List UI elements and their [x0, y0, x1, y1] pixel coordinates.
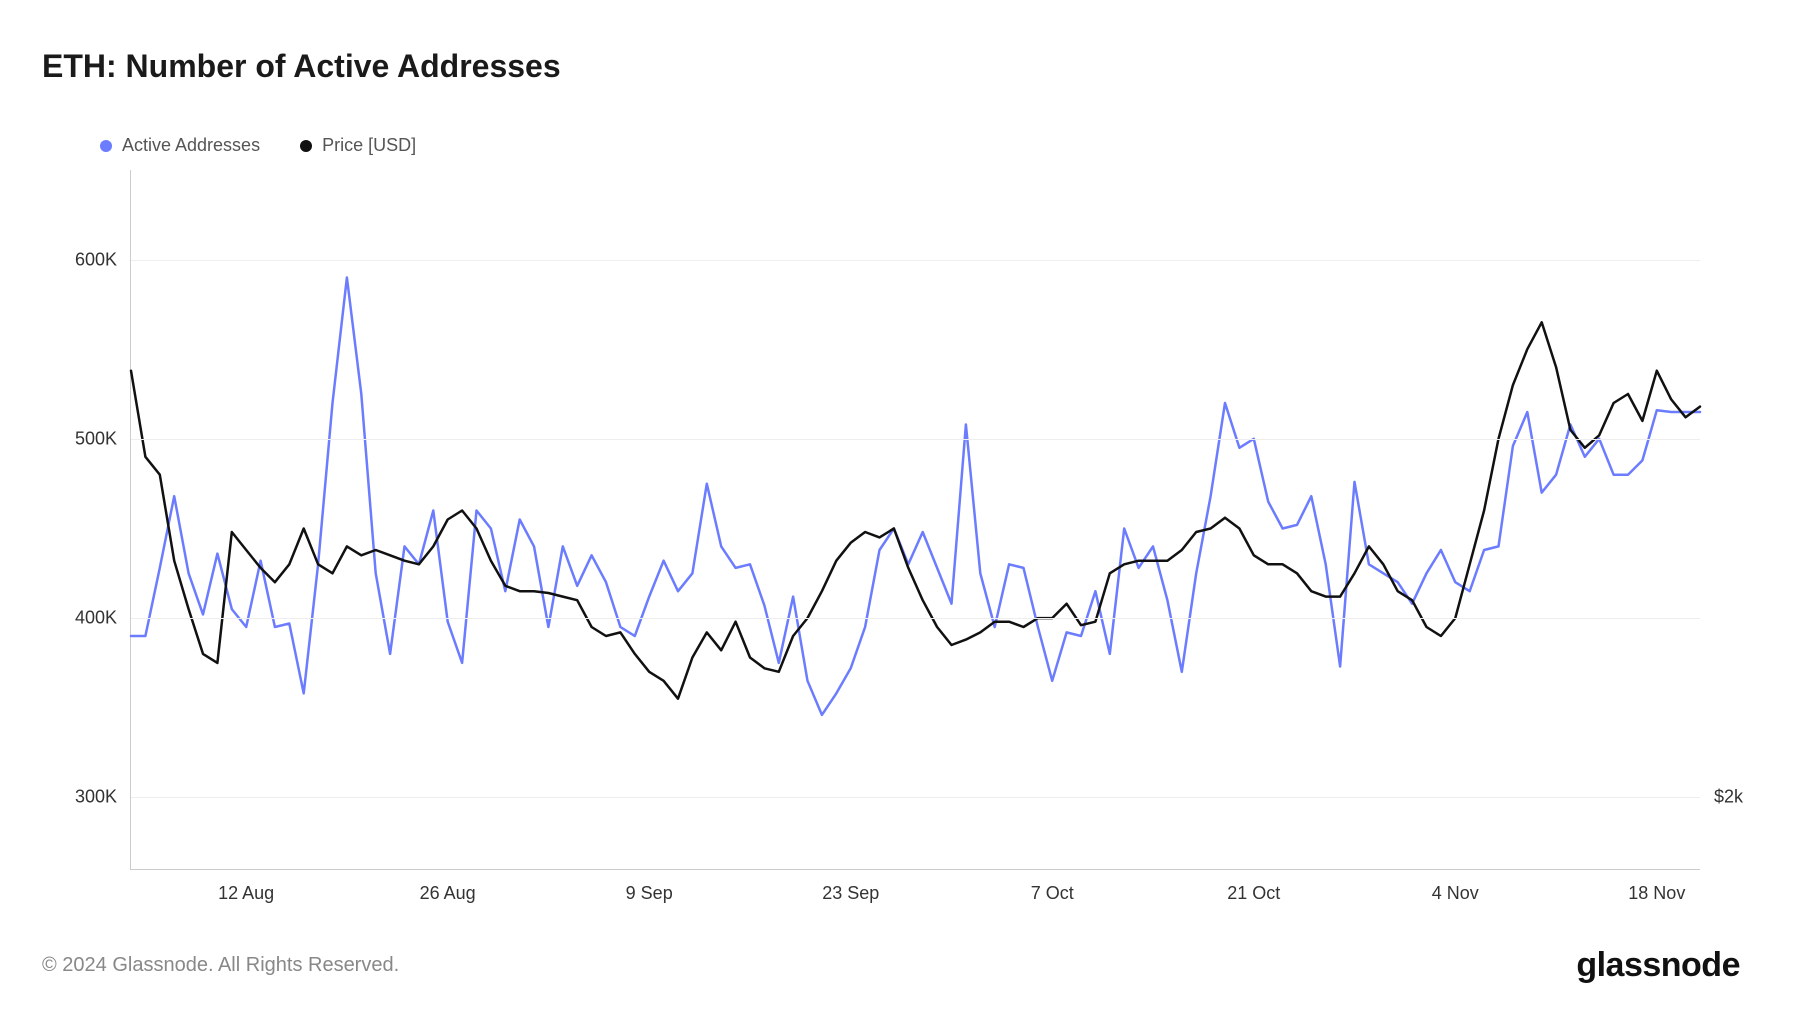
- y2-axis-tick: $2k: [1700, 787, 1743, 808]
- x-axis-tick: 26 Aug: [420, 869, 476, 904]
- chart-svg: [131, 170, 1700, 869]
- legend-item-price: Price [USD]: [300, 135, 416, 156]
- gridline: [131, 260, 1700, 261]
- y-axis-tick: 400K: [75, 608, 131, 629]
- y-axis-tick: 600K: [75, 249, 131, 270]
- gridline: [131, 618, 1700, 619]
- series-line-active-addresses: [131, 278, 1700, 715]
- x-axis-tick: 12 Aug: [218, 869, 274, 904]
- legend-dot-icon: [300, 140, 312, 152]
- legend-dot-icon: [100, 140, 112, 152]
- chart-plot-area: 300K400K500K600K$2k12 Aug26 Aug9 Sep23 S…: [130, 170, 1700, 870]
- chart-title: ETH: Number of Active Addresses: [42, 48, 561, 85]
- legend-item-active-addresses: Active Addresses: [100, 135, 260, 156]
- brand-logo: glassnode: [1576, 946, 1740, 985]
- y-axis-tick: 500K: [75, 428, 131, 449]
- legend-label: Active Addresses: [122, 135, 260, 156]
- gridline: [131, 797, 1700, 798]
- legend: Active Addresses Price [USD]: [100, 135, 416, 156]
- x-axis-tick: 9 Sep: [626, 869, 673, 904]
- x-axis-tick: 7 Oct: [1031, 869, 1074, 904]
- legend-label: Price [USD]: [322, 135, 416, 156]
- x-axis-tick: 23 Sep: [822, 869, 879, 904]
- x-axis-tick: 18 Nov: [1628, 869, 1685, 904]
- copyright-text: © 2024 Glassnode. All Rights Reserved.: [42, 954, 399, 977]
- series-line-price-usd-: [131, 322, 1700, 698]
- x-axis-tick: 4 Nov: [1432, 869, 1479, 904]
- x-axis-tick: 21 Oct: [1227, 869, 1280, 904]
- y-axis-tick: 300K: [75, 787, 131, 808]
- gridline: [131, 439, 1700, 440]
